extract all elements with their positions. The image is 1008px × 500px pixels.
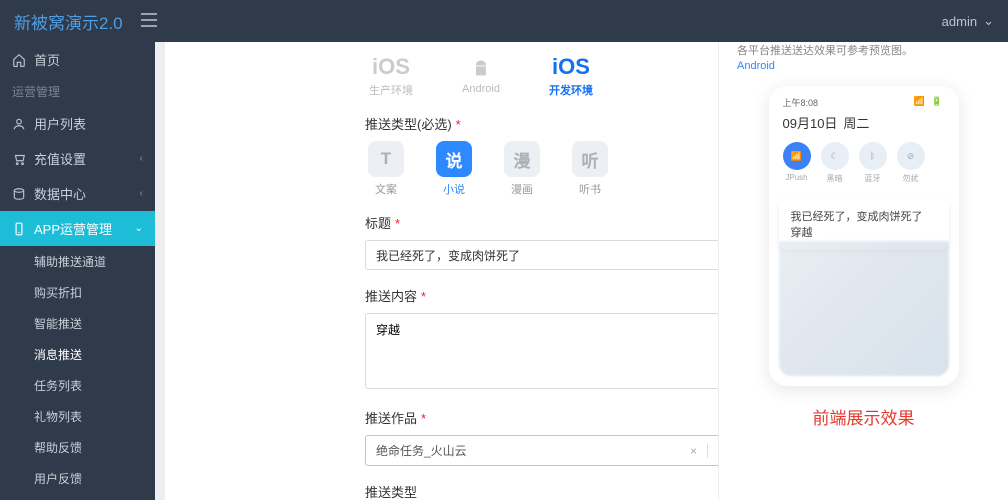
novel-icon: 说 (436, 141, 472, 177)
phone-weekday: 周二 (843, 113, 869, 132)
sidebar-item-label: 数据中心 (34, 184, 86, 203)
brand-title: 新被窝演示2.0 (14, 9, 123, 34)
env-label: Android (455, 83, 507, 95)
apple-icon: iOS (545, 54, 597, 80)
type-comic[interactable]: 漫漫画 (501, 141, 543, 197)
sidebar-item-label: 充值设置 (34, 149, 86, 168)
env-label: 生产环境 (365, 82, 417, 98)
env-ios-dev[interactable]: iOS 开发环境 (545, 54, 597, 98)
sidebar-item-label: 用户反馈 (34, 470, 82, 487)
timing-label: 推送类型 (365, 482, 718, 500)
sidebar-item-label: 帮助反馈 (34, 439, 82, 456)
type-wenan[interactable]: T 文案 (365, 141, 407, 197)
env-android[interactable]: Android (455, 54, 507, 98)
type-audio[interactable]: 听听书 (569, 141, 611, 197)
quick-app: ⊘ 勿扰 (897, 142, 925, 184)
dropdown-icon[interactable]: ▾ (707, 444, 718, 458)
app-label: 勿扰 (897, 173, 925, 184)
work-select[interactable]: 绝命任务_火山云 × ▾ (365, 435, 718, 466)
sidebar-item-label: 用户列表 (34, 114, 86, 133)
title-label: 标题* (365, 213, 718, 232)
app-label: JPush (783, 173, 811, 182)
sidebar: 首页 运营管理 用户列表 充值设置 ‹ 数据中心 ‹ A (0, 42, 155, 500)
sidebar-sub-msg[interactable]: 消息推送 (22, 339, 155, 370)
phone-preview: 上午8:08 📶 🔋 09月10日 周二 📶JPush ☾黑暗 ᛒ蓝牙 ⊘勿扰 … (769, 86, 959, 386)
app-label: 黑暗 (821, 173, 849, 184)
sidebar-sub-userfb[interactable]: 用户反馈 (22, 463, 155, 494)
mobile-icon (12, 222, 26, 236)
sidebar-item-label: 辅助推送通道 (34, 253, 106, 270)
form-panel: iOS 生产环境 Android iOS 开发环境 推送类型(必选)* (165, 42, 718, 500)
quick-app: ☾ 黑暗 (821, 142, 849, 184)
type-label: 听书 (569, 181, 611, 197)
phone-date: 09月10日 (783, 113, 838, 132)
env-label: 开发环境 (545, 82, 597, 98)
sidebar-item-recharge[interactable]: 充值设置 ‹ (0, 141, 155, 176)
content-textarea[interactable]: 穿越 (365, 313, 718, 389)
sidebar-item-appops[interactable]: APP运营管理 ⌄ (0, 211, 155, 246)
sidebar-item-label: 消息推送 (34, 346, 82, 363)
preview-platform-link[interactable]: Android (737, 60, 990, 72)
apple-icon: iOS (365, 54, 417, 80)
title-input[interactable] (365, 240, 718, 270)
sidebar-item-userlist[interactable]: 用户列表 (0, 106, 155, 141)
preview-caption: 前端展示效果 (737, 404, 990, 429)
user-menu[interactable]: admin ⌄ (942, 13, 994, 29)
menu-toggle-icon[interactable] (141, 13, 157, 30)
work-label: 推送作品* (365, 408, 718, 427)
dnd-icon: ⊘ (897, 142, 925, 170)
phone-background (779, 241, 949, 376)
sidebar-sub-discount[interactable]: 购买折扣 (22, 277, 155, 308)
type-label: 文案 (365, 181, 407, 197)
push-type-label: 推送类型(必选)* (365, 114, 718, 133)
sidebar-item-home[interactable]: 首页 (0, 42, 155, 77)
content-label: 推送内容* (365, 286, 718, 305)
comic-icon: 漫 (504, 141, 540, 177)
quick-app: 📶 JPush (783, 142, 811, 184)
status-icons: 📶 🔋 (914, 96, 945, 109)
moon-icon: ☾ (821, 142, 849, 170)
phone-time: 上午8:08 (783, 96, 819, 109)
env-ios-prod[interactable]: iOS 生产环境 (365, 54, 417, 98)
preview-panel: 各平台推送送达效果可参考预览图。 Android 上午8:08 📶 🔋 09月1… (718, 42, 1008, 500)
chevron-left-icon: ‹ (140, 153, 143, 164)
sidebar-sub-channel[interactable]: 辅助推送通道 (22, 246, 155, 277)
select-value: 绝命任务_火山云 (376, 442, 690, 459)
text-icon: T (368, 141, 404, 177)
audio-icon: 听 (572, 141, 608, 177)
sidebar-sub-task[interactable]: 任务列表 (22, 370, 155, 401)
home-icon (12, 53, 26, 67)
sidebar-item-label: 礼物列表 (34, 408, 82, 425)
sidebar-item-label: 购买折扣 (34, 284, 82, 301)
chevron-down-icon: ⌄ (983, 13, 994, 29)
data-icon (12, 187, 26, 201)
sidebar-sub-help[interactable]: 帮助反馈 (22, 432, 155, 463)
sidebar-item-data[interactable]: 数据中心 ‹ (0, 176, 155, 211)
preview-note: 各平台推送送达效果可参考预览图。 (737, 42, 990, 58)
user-name: admin (942, 14, 977, 29)
wifi-icon: 📶 (783, 142, 811, 170)
sidebar-item-label: 任务列表 (34, 377, 82, 394)
sidebar-sub-smart[interactable]: 智能推送 (22, 308, 155, 339)
user-icon (12, 117, 26, 131)
sidebar-item-label: APP运营管理 (34, 219, 112, 238)
type-label: 漫画 (501, 181, 543, 197)
chevron-down-icon: ⌄ (135, 223, 143, 234)
sidebar-group-ops: 运营管理 (0, 77, 155, 106)
chevron-left-icon: ‹ (140, 188, 143, 199)
bluetooth-icon: ᛒ (859, 142, 887, 170)
android-icon (455, 54, 507, 81)
cart-icon (12, 152, 26, 166)
sidebar-item-label: 首页 (34, 50, 60, 69)
clear-icon[interactable]: × (690, 444, 697, 458)
type-label: 小说 (433, 181, 475, 197)
type-novel[interactable]: 说小说 (433, 141, 475, 197)
app-label: 蓝牙 (859, 173, 887, 184)
sidebar-sub-splash[interactable]: 启动页列表 (22, 494, 155, 500)
sidebar-item-label: 智能推送 (34, 315, 82, 332)
sidebar-sub-gift[interactable]: 礼物列表 (22, 401, 155, 432)
quick-app: ᛒ 蓝牙 (859, 142, 887, 184)
